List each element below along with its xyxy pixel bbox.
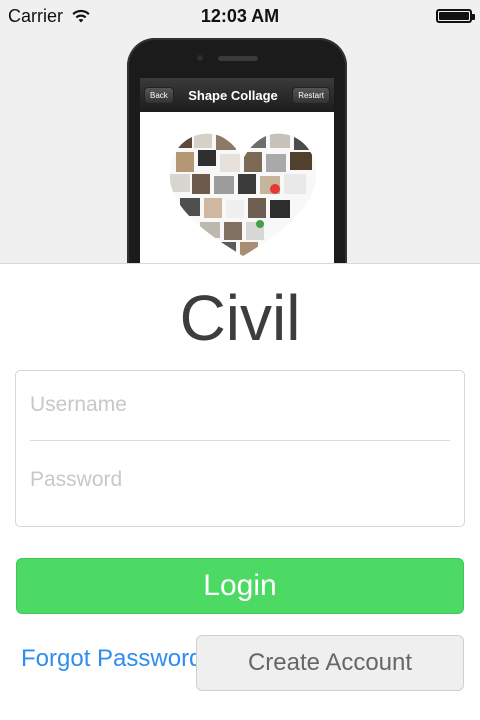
field-divider — [30, 440, 450, 441]
phone-preview: Back Shape Collage Restart — [0, 32, 480, 263]
carrier-label: Carrier — [8, 5, 64, 26]
wifi-icon — [71, 8, 91, 24]
camera-icon — [197, 55, 203, 61]
status-bar: Carrier 12:03 AM — [0, 0, 480, 32]
battery-fill — [439, 12, 469, 20]
battery-icon — [436, 9, 475, 23]
preview-title: Shape Collage — [188, 87, 278, 103]
login-panel: Civil Login Forgot Password Create Accou… — [0, 263, 480, 720]
speaker-icon — [218, 56, 258, 61]
login-form-card — [15, 370, 465, 527]
login-button[interactable]: Login — [16, 558, 464, 614]
username-input[interactable] — [30, 375, 450, 435]
password-input[interactable] — [30, 450, 450, 510]
phone-frame: Back Shape Collage Restart — [127, 38, 347, 263]
preview-navbar: Back Shape Collage Restart — [140, 78, 334, 112]
status-left: Carrier — [8, 6, 91, 27]
preview-restart-button: Restart — [292, 86, 330, 104]
forgot-password-link[interactable]: Forgot Password — [21, 645, 202, 673]
app-title: Civil — [179, 282, 301, 354]
heart-collage-image — [158, 116, 328, 263]
preview-back-button: Back — [144, 86, 174, 104]
create-account-button[interactable]: Create Account — [196, 635, 464, 691]
phone-screen: Back Shape Collage Restart — [140, 78, 334, 263]
